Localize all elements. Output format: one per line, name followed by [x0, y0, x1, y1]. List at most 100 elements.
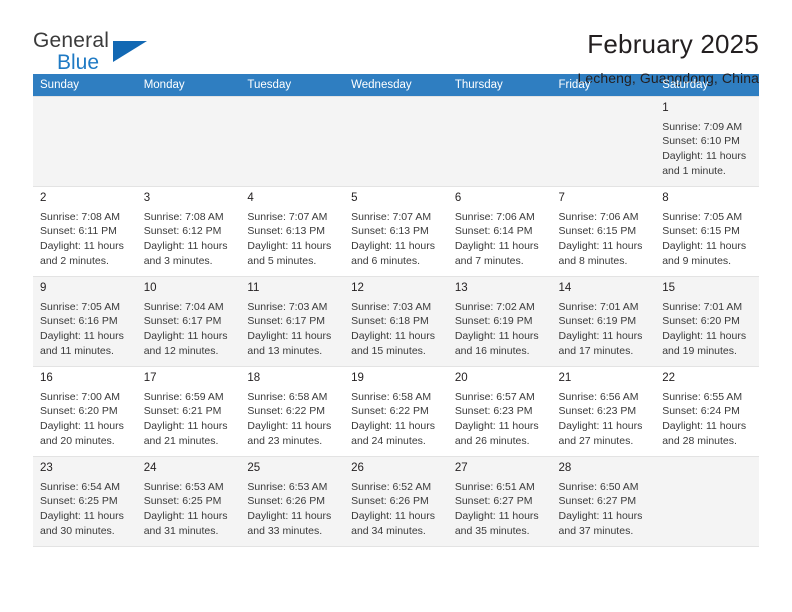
- day-cell-inner: 20 Sunrise: 6:57 AM Sunset: 6:23 PM Dayligh…: [448, 367, 552, 456]
- daylight-text-line1: Daylight: 11 hours: [40, 330, 124, 343]
- sunset-text: Sunset: 6:11 PM: [40, 225, 117, 238]
- day-cell-inner: [344, 97, 448, 186]
- calendar-day-cell[interactable]: 22 Sunrise: 6:55 AM Sunset: 6:24 PM Dayligh…: [655, 366, 759, 457]
- daylight-text-line2: and 2 minutes.: [40, 255, 109, 268]
- daylight-text-line1: Daylight: 11 hours: [247, 240, 332, 253]
- daylight-text-line1: Daylight: 11 hours: [40, 240, 124, 253]
- day-cell-inner: 25 Sunrise: 6:53 AM Sunset: 6:26 PM Dayligh…: [240, 457, 344, 546]
- calendar-day-cell[interactable]: 28 Sunrise: 6:50 AM Sunset: 6:27 PM Dayligh…: [551, 456, 656, 547]
- calendar-day-cell[interactable]: 7 Sunrise: 7:06 AM Sunset: 6:15 PM Daylight…: [551, 186, 656, 277]
- calendar-day-cell[interactable]: 2 Sunrise: 7:08 AM Sunset: 6:11 PM Daylight…: [33, 186, 137, 277]
- calendar-day-cell[interactable]: 27 Sunrise: 6:51 AM Sunset: 6:27 PM Dayligh…: [447, 456, 552, 547]
- daylight-text-line1: Daylight: 11 hours: [558, 240, 643, 253]
- calendar-day-cell[interactable]: 26 Sunrise: 6:52 AM Sunset: 6:26 PM Dayligh…: [344, 456, 448, 547]
- calendar-day-cell[interactable]: 4 Sunrise: 7:07 AM Sunset: 6:13 PM Daylight…: [240, 186, 345, 277]
- day-cell-inner: 1 Sunrise: 7:09 AM Sunset: 6:10 PM Daylight…: [655, 97, 759, 186]
- daylight-text-line2: and 15 minutes.: [351, 345, 426, 358]
- calendar-day-cell[interactable]: 19 Sunrise: 6:58 AM Sunset: 6:22 PM Dayligh…: [344, 366, 448, 457]
- calendar-day-cell[interactable]: 3 Sunrise: 7:08 AM Sunset: 6:12 PM Daylight…: [136, 186, 241, 277]
- day-cell-inner: 8 Sunrise: 7:05 AM Sunset: 6:15 PM Daylight…: [655, 187, 759, 276]
- day-cell-inner: 9 Sunrise: 7:05 AM Sunset: 6:16 PM Daylight…: [33, 277, 137, 366]
- daylight-text-line2: and 20 minutes.: [40, 435, 115, 448]
- sunset-text: Sunset: 6:25 PM: [40, 495, 118, 508]
- daylight-text-line1: Daylight: 11 hours: [247, 420, 332, 433]
- sunset-text: Sunset: 6:13 PM: [351, 225, 429, 238]
- general-blue-logo[interactable]: General Blue: [33, 30, 153, 80]
- daylight-text-line1: Daylight: 11 hours: [454, 510, 539, 523]
- calendar-day-cell[interactable]: 1 Sunrise: 7:09 AM Sunset: 6:10 PM Daylight…: [655, 96, 759, 187]
- sunset-text: Sunset: 6:12 PM: [143, 225, 222, 238]
- day-details: Sunrise: 7:03 AM Sunset: 6:18 PM Daylight:…: [351, 300, 442, 360]
- calendar-day-cell[interactable]: 10 Sunrise: 7:04 AM Sunset: 6:17 PM Dayligh…: [136, 276, 241, 367]
- calendar-day-cell[interactable]: 6 Sunrise: 7:06 AM Sunset: 6:14 PM Daylight…: [447, 186, 552, 277]
- sunset-text: Sunset: 6:27 PM: [454, 495, 533, 508]
- calendar-day-cell[interactable]: 14 Sunrise: 7:01 AM Sunset: 6:19 PM Dayligh…: [551, 276, 656, 367]
- day-details: Sunrise: 7:05 AM Sunset: 6:16 PM Daylight:…: [40, 300, 131, 360]
- calendar-day-cell[interactable]: 25 Sunrise: 6:53 AM Sunset: 6:26 PM Dayligh…: [240, 456, 345, 547]
- calendar-day-cell[interactable]: 16 Sunrise: 7:00 AM Sunset: 6:20 PM Dayligh…: [33, 366, 137, 457]
- day-cell-inner: [137, 97, 241, 186]
- daylight-text-line1: Daylight: 11 hours: [351, 240, 435, 253]
- day-details: Sunrise: 7:07 AM Sunset: 6:13 PM Daylight:…: [247, 210, 338, 270]
- title-block: February 2025 Lecheng, Guangdong, China: [577, 30, 759, 86]
- sunset-text: Sunset: 6:22 PM: [351, 405, 429, 418]
- day-details: Sunrise: 6:56 AM Sunset: 6:23 PM Daylight:…: [559, 390, 650, 450]
- day-cell-inner: 7 Sunrise: 7:06 AM Sunset: 6:15 PM Daylight…: [552, 187, 656, 276]
- calendar-day-cell[interactable]: 24 Sunrise: 6:53 AM Sunset: 6:25 PM Dayligh…: [136, 456, 241, 547]
- page-header: General Blue February 2025 Lecheng, Guan…: [33, 0, 759, 86]
- day-details: Sunrise: 7:08 AM Sunset: 6:11 PM Daylight:…: [40, 210, 131, 270]
- sunrise-text: Sunrise: 7:07 AM: [247, 210, 328, 223]
- day-details: Sunrise: 6:58 AM Sunset: 6:22 PM Daylight:…: [247, 390, 338, 450]
- daylight-text-line2: and 34 minutes.: [351, 525, 426, 538]
- calendar-day-cell[interactable]: 18 Sunrise: 6:58 AM Sunset: 6:22 PM Dayligh…: [240, 366, 345, 457]
- sunset-text: Sunset: 6:21 PM: [143, 405, 222, 418]
- day-cell-inner: 6 Sunrise: 7:06 AM Sunset: 6:14 PM Daylight…: [448, 187, 552, 276]
- calendar-day-cell[interactable]: 15 Sunrise: 7:01 AM Sunset: 6:20 PM Dayligh…: [655, 276, 759, 367]
- calendar-day-cell[interactable]: 13 Sunrise: 7:02 AM Sunset: 6:19 PM Dayligh…: [447, 276, 552, 367]
- sunrise-text: Sunrise: 7:04 AM: [143, 300, 224, 313]
- day-number: 14: [558, 282, 572, 294]
- sunrise-text: Sunrise: 6:52 AM: [351, 480, 432, 493]
- day-details: Sunrise: 7:09 AM Sunset: 6:10 PM Daylight:…: [662, 120, 753, 180]
- sunset-text: Sunset: 6:15 PM: [558, 225, 637, 238]
- day-cell-inner: [240, 97, 344, 186]
- day-cell-inner: 5 Sunrise: 7:07 AM Sunset: 6:13 PM Daylight…: [344, 187, 448, 276]
- daylight-text-line2: and 16 minutes.: [454, 345, 530, 358]
- day-number: 17: [143, 372, 157, 384]
- sunrise-text: Sunrise: 7:01 AM: [662, 300, 743, 313]
- day-details: Sunrise: 7:06 AM Sunset: 6:15 PM Daylight:…: [559, 210, 650, 270]
- day-cell-inner: 27 Sunrise: 6:51 AM Sunset: 6:27 PM Dayligh…: [448, 457, 552, 546]
- calendar-day-cell[interactable]: 21 Sunrise: 6:56 AM Sunset: 6:23 PM Dayligh…: [551, 366, 656, 457]
- sunrise-text: Sunrise: 6:53 AM: [247, 480, 328, 493]
- daylight-text-line2: and 12 minutes.: [143, 345, 219, 358]
- sunset-text: Sunset: 6:18 PM: [351, 315, 429, 328]
- sunrise-text: Sunrise: 7:01 AM: [558, 300, 639, 313]
- sunset-text: Sunset: 6:23 PM: [558, 405, 637, 418]
- calendar-day-cell[interactable]: 11 Sunrise: 7:03 AM Sunset: 6:17 PM Dayligh…: [240, 276, 345, 367]
- calendar-day-cell[interactable]: 23 Sunrise: 6:54 AM Sunset: 6:25 PM Dayligh…: [33, 456, 137, 547]
- calendar-page: General Blue February 2025 Lecheng, Guan…: [0, 0, 792, 612]
- daylight-text-line2: and 6 minutes.: [351, 255, 420, 268]
- calendar-day-cell[interactable]: 5 Sunrise: 7:07 AM Sunset: 6:13 PM Daylight…: [344, 186, 448, 277]
- day-cell-inner: 18 Sunrise: 6:58 AM Sunset: 6:22 PM Dayligh…: [240, 367, 344, 456]
- sunset-text: Sunset: 6:26 PM: [351, 495, 429, 508]
- calendar-day-cell[interactable]: 9 Sunrise: 7:05 AM Sunset: 6:16 PM Daylight…: [33, 276, 137, 367]
- daylight-text-line1: Daylight: 11 hours: [351, 510, 435, 523]
- day-details: Sunrise: 7:01 AM Sunset: 6:19 PM Daylight:…: [559, 300, 650, 360]
- day-details: Sunrise: 6:53 AM Sunset: 6:26 PM Daylight:…: [247, 480, 338, 540]
- calendar-day-cell[interactable]: 17 Sunrise: 6:59 AM Sunset: 6:21 PM Dayligh…: [136, 366, 241, 457]
- daylight-text-line1: Daylight: 11 hours: [454, 330, 539, 343]
- day-number: 13: [454, 282, 468, 294]
- sunrise-text: Sunrise: 7:02 AM: [454, 300, 535, 313]
- calendar-day-cell-empty: [551, 96, 656, 187]
- day-details: Sunrise: 7:01 AM Sunset: 6:20 PM Daylight:…: [662, 300, 753, 360]
- day-cell-inner: 26 Sunrise: 6:52 AM Sunset: 6:26 PM Dayligh…: [344, 457, 448, 546]
- calendar-day-cell[interactable]: 12 Sunrise: 7:03 AM Sunset: 6:18 PM Dayligh…: [344, 276, 448, 367]
- day-cell-inner: 4 Sunrise: 7:07 AM Sunset: 6:13 PM Daylight…: [240, 187, 344, 276]
- calendar-day-cell[interactable]: 8 Sunrise: 7:05 AM Sunset: 6:15 PM Daylight…: [655, 186, 759, 277]
- calendar-day-cell[interactable]: 20 Sunrise: 6:57 AM Sunset: 6:23 PM Dayligh…: [447, 366, 552, 457]
- day-number: 22: [662, 372, 676, 384]
- day-cell-inner: 24 Sunrise: 6:53 AM Sunset: 6:25 PM Dayligh…: [137, 457, 241, 546]
- day-number: 12: [351, 282, 364, 294]
- sunrise-text: Sunrise: 7:03 AM: [247, 300, 328, 313]
